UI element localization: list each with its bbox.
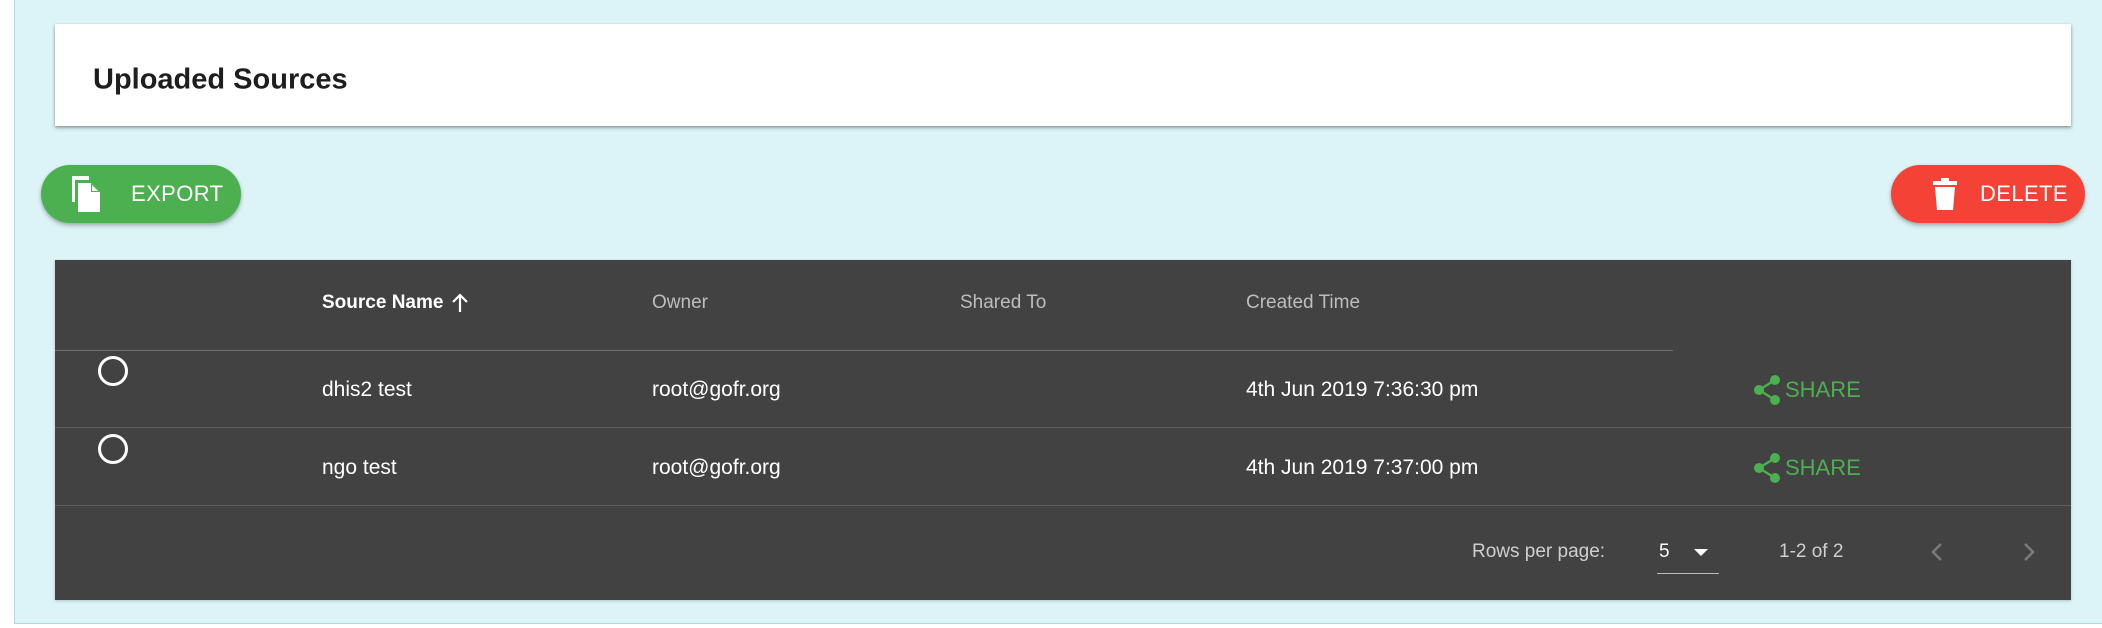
share-icon (1754, 453, 1780, 483)
chevron-right-icon (2024, 543, 2035, 561)
arrow-up-icon (451, 293, 468, 312)
trash-icon (1933, 178, 1957, 210)
caret-down-icon (1694, 549, 1708, 556)
cell-owner: root@gofr.org (652, 456, 781, 479)
export-label: EXPORT (131, 181, 224, 206)
table-row: ngo test root@gofr.org 4th Jun 2019 7:37… (55, 428, 2071, 506)
share-label: SHARE (1785, 455, 1861, 480)
rows-per-page-label: Rows per page: (1472, 541, 1606, 562)
next-page-button[interactable] (2013, 536, 2045, 568)
cell-created-time: 4th Jun 2019 7:37:00 pm (1246, 456, 1479, 479)
cell-owner: root@gofr.org (652, 378, 781, 401)
share-button[interactable]: SHARE (1752, 374, 1861, 406)
delete-label: DELETE (1980, 181, 2068, 206)
share-icon (1754, 375, 1780, 405)
title-card: Uploaded Sources (55, 24, 2071, 126)
cell-created-time: 4th Jun 2019 7:36:30 pm (1246, 378, 1479, 401)
row-select-radio[interactable] (98, 356, 128, 386)
cell-source-name: dhis2 test (322, 378, 412, 401)
cell-source-name: ngo test (322, 456, 397, 479)
delete-button[interactable]: DELETE (1891, 165, 2085, 223)
row-select-radio[interactable] (98, 434, 128, 464)
page-container: Uploaded Sources EXPORT DELETE Source Na… (14, 0, 2102, 624)
sources-table: Source Name Owner Shared To Created Time… (55, 260, 2071, 600)
column-header-owner[interactable]: Owner (652, 292, 708, 314)
file-copy-icon (72, 176, 100, 212)
column-header-shared-to[interactable]: Shared To (960, 292, 1046, 314)
rows-per-page-value: 5 (1659, 541, 1670, 562)
share-button[interactable]: SHARE (1752, 452, 1861, 484)
page-title: Uploaded Sources (93, 63, 348, 96)
column-header-created-time[interactable]: Created Time (1246, 292, 1360, 314)
table-row: dhis2 test root@gofr.org 4th Jun 2019 7:… (55, 350, 2071, 428)
chevron-left-icon (1931, 543, 1942, 561)
share-label: SHARE (1785, 377, 1861, 402)
export-button[interactable]: EXPORT (41, 165, 241, 223)
rows-per-page-select[interactable]: 5 (1657, 531, 1719, 574)
column-header-source-name[interactable]: Source Name (322, 292, 469, 314)
prev-page-button[interactable] (1921, 536, 1953, 568)
pagination-range: 1-2 of 2 (1779, 541, 1844, 562)
